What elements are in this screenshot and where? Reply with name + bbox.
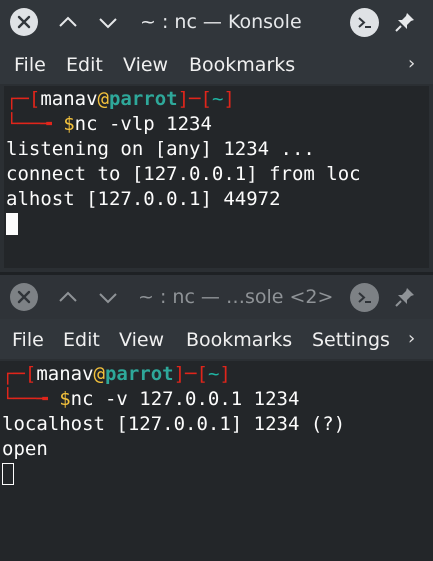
- chevron-down-icon[interactable]: [96, 10, 120, 34]
- terminal-area[interactable]: ┌─[manav@parrot]─[~] └──╼ $nc -v 127.0.0…: [0, 361, 433, 561]
- window-title: ~ : nc — …sole <2>: [138, 286, 334, 308]
- output-line: connect to [127.0.0.1] from loc: [6, 163, 361, 185]
- menu-bookmarks[interactable]: Bookmarks: [189, 54, 295, 76]
- menu-bar: File Edit View Bookmarks ›: [0, 44, 433, 84]
- close-icon: [17, 290, 31, 304]
- konsole-app-button[interactable]: [350, 8, 379, 37]
- menu-file[interactable]: File: [12, 329, 44, 351]
- chevron-down-icon[interactable]: [96, 285, 120, 309]
- terminal-icon: [358, 17, 371, 28]
- prompt-line: ┌─[manav@parrot]─[~]: [6, 88, 235, 110]
- pin-icon[interactable]: [393, 10, 417, 34]
- chevron-up-icon[interactable]: [56, 285, 80, 309]
- menu-overflow-button[interactable]: ›: [408, 53, 415, 74]
- close-icon: [17, 15, 31, 29]
- pin-icon[interactable]: [393, 285, 417, 309]
- prompt-line: ┌─[manav@parrot]─[~]: [2, 363, 231, 385]
- close-button[interactable]: [10, 8, 38, 36]
- terminal-area[interactable]: ┌─[manav@parrot]─[~] └──╼ $nc -vlp 1234 …: [4, 86, 429, 268]
- output-line: open: [2, 438, 48, 460]
- menu-bar: File Edit View Bookmarks Settings ›: [0, 319, 433, 359]
- chevron-up-icon[interactable]: [56, 10, 80, 34]
- text-cursor: [2, 463, 14, 485]
- command-line: └──╼ $nc -vlp 1234: [6, 113, 212, 135]
- window-title: ~ : nc — Konsole: [140, 11, 302, 33]
- title-bar[interactable]: ~ : nc — …sole <2>: [0, 275, 433, 319]
- konsole-window-top: ~ : nc — Konsole File Edit View Bookmark…: [0, 0, 433, 272]
- konsole-app-button[interactable]: [350, 283, 379, 312]
- command-line: └──╼ $nc -v 127.0.0.1 1234: [2, 388, 300, 410]
- menu-view[interactable]: View: [119, 329, 164, 351]
- title-bar[interactable]: ~ : nc — Konsole: [0, 0, 433, 44]
- menu-settings[interactable]: Settings: [312, 329, 390, 351]
- menu-file[interactable]: File: [14, 54, 46, 76]
- menu-overflow-button[interactable]: ›: [408, 328, 415, 349]
- close-button[interactable]: [10, 283, 38, 311]
- output-line: localhost [127.0.0.1] 1234 (?): [2, 413, 346, 435]
- menu-view[interactable]: View: [123, 54, 168, 76]
- menu-bookmarks[interactable]: Bookmarks: [186, 329, 292, 351]
- output-line: alhost [127.0.0.1] 44972: [6, 188, 281, 210]
- text-cursor: [6, 213, 18, 235]
- menu-edit[interactable]: Edit: [63, 329, 100, 351]
- konsole-window-bottom: ~ : nc — …sole <2> File Edit View Bookma…: [0, 275, 433, 561]
- terminal-icon: [358, 292, 371, 303]
- output-line: listening on [any] 1234 ...: [6, 138, 315, 160]
- menu-edit[interactable]: Edit: [66, 54, 103, 76]
